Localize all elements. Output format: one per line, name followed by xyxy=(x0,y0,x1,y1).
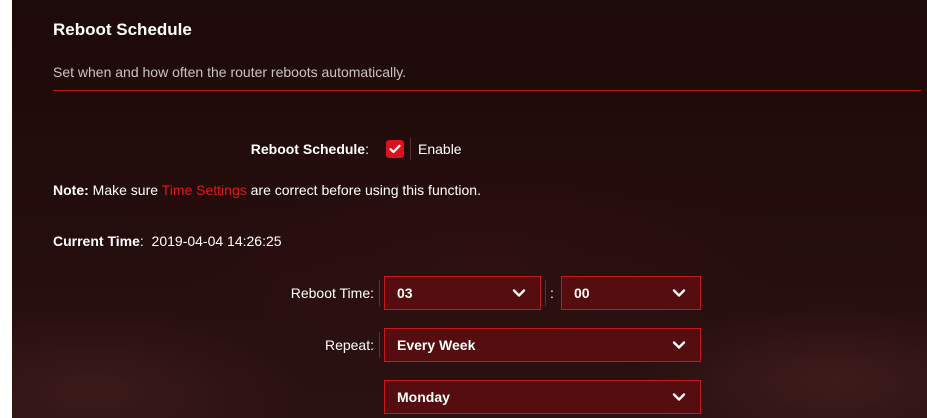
hour-value: 03 xyxy=(397,285,413,301)
repeat-frequency-value: Every Week xyxy=(397,337,476,353)
schedule-colon: : xyxy=(365,141,369,157)
section-title: Reboot Schedule xyxy=(53,20,192,39)
repeat-day-value: Monday xyxy=(397,389,450,405)
current-time-colon: : xyxy=(139,233,144,249)
enable-checkbox[interactable] xyxy=(386,140,404,158)
minute-select[interactable]: 00 xyxy=(561,276,701,310)
note-text-after: are correct before using this function. xyxy=(246,182,481,198)
checkbox-separator xyxy=(410,138,411,160)
minute-value: 00 xyxy=(574,285,590,301)
reboot-time-label: Reboot Time: xyxy=(290,285,374,301)
time-colon: : xyxy=(550,285,554,301)
schedule-label-row: Reboot Schedule: xyxy=(251,141,369,157)
repeat-label: Repeat: xyxy=(324,337,374,353)
time-separator-line xyxy=(545,280,546,306)
section-divider xyxy=(53,90,921,91)
time-settings-link[interactable]: Time Settings xyxy=(162,182,247,198)
chevron-down-icon xyxy=(672,289,686,297)
reboot-schedule-panel: Reboot Schedule Set when and how often t… xyxy=(12,0,927,418)
repeat-frequency-select[interactable]: Every Week xyxy=(384,328,701,362)
schedule-label: Reboot Schedule xyxy=(250,141,366,157)
reboot-time-separator xyxy=(379,280,380,306)
hour-select[interactable]: 03 xyxy=(384,276,541,310)
note-text-before: Make sure xyxy=(88,182,162,198)
enable-label[interactable]: Enable xyxy=(418,141,462,157)
note-text: Note: Make sure Time Settings are correc… xyxy=(53,182,481,198)
current-time-value: 2019-04-04 14:26:25 xyxy=(151,233,282,249)
chevron-down-icon xyxy=(672,393,686,401)
section-description: Set when and how often the router reboot… xyxy=(53,64,407,80)
chevron-down-icon xyxy=(512,289,526,297)
chevron-down-icon xyxy=(672,341,686,349)
repeat-day-select[interactable]: Monday xyxy=(384,380,701,414)
current-time-row: Current Time: 2019-04-04 14:26:25 xyxy=(53,233,282,249)
current-time-label: Current Time xyxy=(53,233,140,249)
note-prefix: Note: xyxy=(53,182,89,198)
repeat-separator xyxy=(379,332,380,358)
checkmark-icon xyxy=(389,144,401,154)
